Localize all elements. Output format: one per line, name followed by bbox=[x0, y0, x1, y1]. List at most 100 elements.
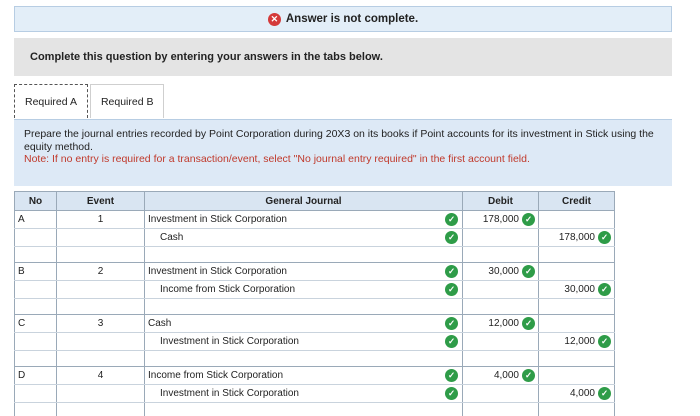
account-select[interactable]: Investment in Stick Corporation ✓ bbox=[144, 384, 463, 403]
correct-check-icon: ✓ bbox=[522, 265, 535, 278]
credit-input[interactable]: 178,000 ✓ bbox=[538, 228, 615, 247]
correct-check-icon: ✓ bbox=[445, 369, 458, 382]
credit-input[interactable] bbox=[538, 210, 615, 229]
account-name: Investment in Stick Corporation bbox=[160, 336, 299, 347]
debit-input[interactable]: 4,000 ✓ bbox=[462, 366, 539, 385]
instruction-text: Complete this question by entering your … bbox=[30, 51, 383, 63]
event-number: 1 bbox=[97, 214, 104, 225]
col-header-event: Event bbox=[56, 191, 145, 211]
journal-line-row: B 2 Investment in Stick Corporation ✓ 30,000… bbox=[14, 262, 615, 281]
debit-input[interactable] bbox=[462, 280, 539, 299]
instruction-bar: Complete this question by entering your … bbox=[14, 38, 672, 76]
entry-spacer-row bbox=[14, 246, 615, 263]
account-select[interactable]: Investment in Stick Corporation ✓ bbox=[144, 210, 463, 229]
entry-spacer-row bbox=[14, 402, 615, 416]
table-header-row: No Event General Journal Debit Credit bbox=[14, 191, 615, 211]
correct-check-icon: ✓ bbox=[445, 387, 458, 400]
debit-input[interactable]: 12,000 ✓ bbox=[462, 314, 539, 333]
debit-amount: 4,000 bbox=[493, 370, 519, 381]
journal-line-row: Cash ✓ 178,000 ✓ bbox=[14, 228, 615, 247]
col-header-credit: Credit bbox=[538, 191, 615, 211]
credit-amount: 178,000 bbox=[558, 232, 595, 243]
debit-input[interactable] bbox=[462, 228, 539, 247]
credit-input[interactable] bbox=[538, 314, 615, 333]
credit-amount: 12,000 bbox=[564, 336, 595, 347]
debit-input[interactable] bbox=[462, 332, 539, 351]
debit-amount: 30,000 bbox=[488, 266, 519, 277]
entry-no: C bbox=[18, 318, 26, 329]
answer-status-text: Answer is not complete. bbox=[285, 13, 419, 25]
correct-check-icon: ✓ bbox=[522, 317, 535, 330]
event-cell bbox=[56, 280, 145, 299]
correct-check-icon: ✓ bbox=[445, 335, 458, 348]
debit-amount: 12,000 bbox=[488, 318, 519, 329]
journal-entry-table: No Event General Journal Debit Credit A 1… bbox=[14, 191, 615, 416]
account-select[interactable]: Income from Stick Corporation ✓ bbox=[144, 280, 463, 299]
event-cell: 1 bbox=[56, 210, 145, 229]
debit-input[interactable]: 30,000 ✓ bbox=[462, 262, 539, 281]
tab-required-a[interactable]: Required A bbox=[14, 84, 88, 118]
event-cell bbox=[56, 228, 145, 247]
correct-check-icon: ✓ bbox=[598, 387, 611, 400]
account-name: Investment in Stick Corporation bbox=[148, 266, 287, 277]
entry-no-cell bbox=[14, 384, 57, 403]
entry-no-cell: A bbox=[14, 210, 57, 229]
journal-line-row: Investment in Stick Corporation ✓ 12,000 ✓ bbox=[14, 332, 615, 351]
credit-input[interactable] bbox=[538, 262, 615, 281]
entry-spacer-row bbox=[14, 350, 615, 367]
event-cell: 2 bbox=[56, 262, 145, 281]
debit-input[interactable] bbox=[462, 384, 539, 403]
correct-check-icon: ✓ bbox=[522, 369, 535, 382]
event-cell bbox=[56, 332, 145, 351]
credit-input[interactable]: 30,000 ✓ bbox=[538, 280, 615, 299]
prompt-note: Note: If no entry is required for a tran… bbox=[24, 153, 530, 165]
account-select[interactable]: Investment in Stick Corporation ✓ bbox=[144, 332, 463, 351]
event-number: 2 bbox=[97, 266, 104, 277]
journal-line-row: A 1 Investment in Stick Corporation ✓ 178,00… bbox=[14, 210, 615, 229]
credit-input[interactable]: 4,000 ✓ bbox=[538, 384, 615, 403]
correct-check-icon: ✓ bbox=[598, 231, 611, 244]
entry-no: A bbox=[18, 214, 25, 225]
entry-no-cell: B bbox=[14, 262, 57, 281]
correct-check-icon: ✓ bbox=[445, 265, 458, 278]
event-number: 3 bbox=[97, 318, 104, 329]
debit-amount: 178,000 bbox=[482, 214, 519, 225]
correct-check-icon: ✓ bbox=[445, 317, 458, 330]
credit-amount: 4,000 bbox=[569, 388, 595, 399]
account-name: Investment in Stick Corporation bbox=[148, 214, 287, 225]
credit-input[interactable]: 12,000 ✓ bbox=[538, 332, 615, 351]
account-select[interactable]: Investment in Stick Corporation ✓ bbox=[144, 262, 463, 281]
event-cell: 3 bbox=[56, 314, 145, 333]
credit-input[interactable] bbox=[538, 366, 615, 385]
question-prompt: Prepare the journal entries recorded by … bbox=[14, 119, 672, 186]
correct-check-icon: ✓ bbox=[445, 283, 458, 296]
journal-line-row: D 4 Income from Stick Corporation ✓ 4,000 ✓ bbox=[14, 366, 615, 385]
journal-line-row: Income from Stick Corporation ✓ 30,000 ✓ bbox=[14, 280, 615, 299]
account-name: Income from Stick Corporation bbox=[148, 370, 284, 381]
journal-line-row: Investment in Stick Corporation ✓ 4,000 ✓ bbox=[14, 384, 615, 403]
correct-check-icon: ✓ bbox=[522, 213, 535, 226]
journal-line-row: C 3 Cash ✓ 12,000 ✓ bbox=[14, 314, 615, 333]
account-name: Cash bbox=[160, 232, 184, 243]
prompt-text: Prepare the journal entries recorded by … bbox=[24, 128, 654, 153]
account-select[interactable]: Cash ✓ bbox=[144, 314, 463, 333]
entry-spacer-row bbox=[14, 298, 615, 315]
account-name: Investment in Stick Corporation bbox=[160, 388, 299, 399]
entry-no-cell bbox=[14, 332, 57, 351]
account-name: Income from Stick Corporation bbox=[160, 284, 296, 295]
col-header-general-journal: General Journal bbox=[144, 191, 463, 211]
col-header-debit: Debit bbox=[462, 191, 539, 211]
correct-check-icon: ✓ bbox=[445, 213, 458, 226]
correct-check-icon: ✓ bbox=[598, 283, 611, 296]
entry-no-cell: C bbox=[14, 314, 57, 333]
error-x-icon: ✕ bbox=[267, 12, 281, 26]
entry-no: B bbox=[18, 266, 25, 277]
account-name: Cash bbox=[148, 318, 172, 329]
debit-input[interactable]: 178,000 ✓ bbox=[462, 210, 539, 229]
event-cell: 4 bbox=[56, 366, 145, 385]
event-cell bbox=[56, 384, 145, 403]
account-select[interactable]: Cash ✓ bbox=[144, 228, 463, 247]
tab-required-b[interactable]: Required B bbox=[89, 84, 165, 118]
entry-no-cell bbox=[14, 280, 57, 299]
account-select[interactable]: Income from Stick Corporation ✓ bbox=[144, 366, 463, 385]
